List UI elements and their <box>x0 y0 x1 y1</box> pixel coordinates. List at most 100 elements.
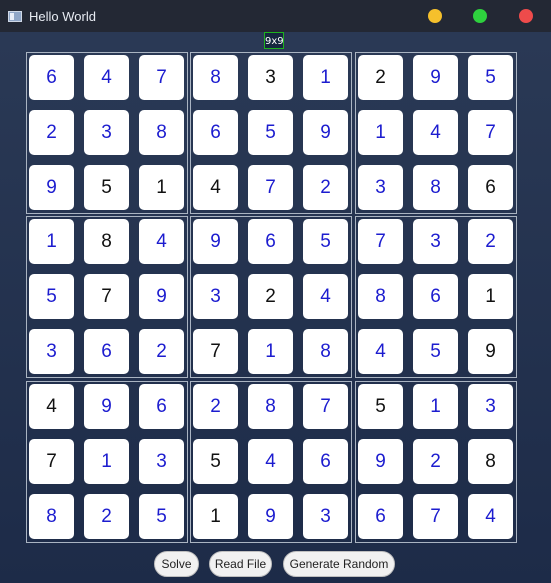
sudoku-cell[interactable]: 3 <box>139 439 184 484</box>
sudoku-cell[interactable]: 8 <box>248 384 293 429</box>
sudoku-cell[interactable]: 9 <box>303 110 348 155</box>
sudoku-cell[interactable]: 6 <box>84 329 129 374</box>
sudoku-box: 496 713 825 <box>26 381 188 543</box>
sudoku-cell[interactable]: 7 <box>303 384 348 429</box>
solve-button[interactable]: Solve <box>154 551 199 577</box>
sudoku-cell[interactable]: 2 <box>413 439 458 484</box>
minimize-button[interactable] <box>428 9 442 23</box>
sudoku-cell[interactable]: 7 <box>413 494 458 539</box>
sudoku-cell[interactable]: 6 <box>139 384 184 429</box>
sudoku-cell[interactable]: 3 <box>193 274 238 319</box>
sudoku-cell[interactable]: 4 <box>413 110 458 155</box>
generate-random-button[interactable]: Generate Random <box>283 551 395 577</box>
window-title: Hello World <box>29 8 96 24</box>
sudoku-cell[interactable]: 1 <box>29 219 74 264</box>
sudoku-cell[interactable]: 6 <box>468 165 513 210</box>
sudoku-cell[interactable]: 9 <box>193 219 238 264</box>
sudoku-cell[interactable]: 1 <box>193 494 238 539</box>
sudoku-cell[interactable]: 5 <box>84 165 129 210</box>
sudoku-cell[interactable]: 5 <box>468 55 513 100</box>
sudoku-cell[interactable]: 4 <box>303 274 348 319</box>
sudoku-cell[interactable]: 9 <box>413 55 458 100</box>
sudoku-cell[interactable]: 3 <box>248 55 293 100</box>
sudoku-cell[interactable]: 4 <box>193 165 238 210</box>
sudoku-cell[interactable]: 7 <box>468 110 513 155</box>
sudoku-box: 513 928 674 <box>355 381 517 543</box>
board-size-label: 9x9 <box>264 32 284 49</box>
sudoku-box: 287 546 193 <box>190 381 352 543</box>
sudoku-cell[interactable]: 9 <box>248 494 293 539</box>
sudoku-cell[interactable]: 3 <box>413 219 458 264</box>
read-file-button[interactable]: Read File <box>209 551 272 577</box>
sudoku-cell[interactable]: 9 <box>84 384 129 429</box>
sudoku-cell[interactable]: 8 <box>139 110 184 155</box>
sudoku-cell[interactable]: 5 <box>248 110 293 155</box>
sudoku-cell[interactable]: 3 <box>468 384 513 429</box>
close-button[interactable] <box>519 9 533 23</box>
sudoku-cell[interactable]: 2 <box>29 110 74 155</box>
sudoku-cell[interactable]: 2 <box>248 274 293 319</box>
sudoku-cell[interactable]: 5 <box>358 384 403 429</box>
sudoku-cell[interactable]: 8 <box>84 219 129 264</box>
sudoku-cell[interactable]: 8 <box>358 274 403 319</box>
sudoku-box: 965 324 718 <box>190 216 352 378</box>
sudoku-box: 184 579 362 <box>26 216 188 378</box>
sudoku-cell[interactable]: 5 <box>413 329 458 374</box>
sudoku-cell[interactable]: 8 <box>413 165 458 210</box>
sudoku-cell[interactable]: 2 <box>139 329 184 374</box>
sudoku-cell[interactable]: 3 <box>29 329 74 374</box>
sudoku-cell[interactable]: 6 <box>358 494 403 539</box>
sudoku-cell[interactable]: 3 <box>84 110 129 155</box>
sudoku-cell[interactable]: 1 <box>468 274 513 319</box>
sudoku-cell[interactable]: 1 <box>303 55 348 100</box>
sudoku-cell[interactable]: 7 <box>193 329 238 374</box>
app-window-icon <box>8 10 22 22</box>
sudoku-cell[interactable]: 4 <box>358 329 403 374</box>
sudoku-cell[interactable]: 7 <box>139 55 184 100</box>
maximize-button[interactable] <box>473 9 487 23</box>
sudoku-box: 295 147 386 <box>355 52 517 214</box>
sudoku-cell[interactable]: 5 <box>139 494 184 539</box>
sudoku-cell[interactable]: 7 <box>248 165 293 210</box>
sudoku-cell[interactable]: 9 <box>358 439 403 484</box>
sudoku-cell[interactable]: 5 <box>303 219 348 264</box>
sudoku-cell[interactable]: 6 <box>248 219 293 264</box>
sudoku-cell[interactable]: 8 <box>193 55 238 100</box>
sudoku-cell[interactable]: 7 <box>358 219 403 264</box>
sudoku-cell[interactable]: 3 <box>358 165 403 210</box>
sudoku-cell[interactable]: 1 <box>413 384 458 429</box>
sudoku-cell[interactable]: 9 <box>29 165 74 210</box>
sudoku-cell[interactable]: 3 <box>303 494 348 539</box>
sudoku-cell[interactable]: 2 <box>303 165 348 210</box>
sudoku-cell[interactable]: 4 <box>468 494 513 539</box>
sudoku-cell[interactable]: 2 <box>358 55 403 100</box>
sudoku-cell[interactable]: 1 <box>248 329 293 374</box>
sudoku-cell[interactable]: 1 <box>358 110 403 155</box>
sudoku-cell[interactable]: 4 <box>139 219 184 264</box>
sudoku-cell[interactable]: 2 <box>193 384 238 429</box>
sudoku-box: 647 238 951 <box>26 52 188 214</box>
sudoku-cell[interactable]: 8 <box>468 439 513 484</box>
sudoku-cell[interactable]: 4 <box>84 55 129 100</box>
sudoku-cell[interactable]: 9 <box>139 274 184 319</box>
sudoku-box: 732 861 459 <box>355 216 517 378</box>
sudoku-board: 6472389518316594722951473861845793629653… <box>24 50 517 544</box>
sudoku-cell[interactable]: 9 <box>468 329 513 374</box>
sudoku-box: 831 659 472 <box>190 52 352 214</box>
sudoku-cell[interactable]: 1 <box>139 165 184 210</box>
sudoku-cell[interactable]: 5 <box>29 274 74 319</box>
sudoku-cell[interactable]: 6 <box>193 110 238 155</box>
sudoku-cell[interactable]: 2 <box>468 219 513 264</box>
sudoku-cell[interactable]: 7 <box>29 439 74 484</box>
sudoku-cell[interactable]: 8 <box>303 329 348 374</box>
sudoku-cell[interactable]: 7 <box>84 274 129 319</box>
sudoku-cell[interactable]: 4 <box>29 384 74 429</box>
sudoku-cell[interactable]: 1 <box>84 439 129 484</box>
sudoku-cell[interactable]: 6 <box>303 439 348 484</box>
sudoku-cell[interactable]: 8 <box>29 494 74 539</box>
sudoku-cell[interactable]: 4 <box>248 439 293 484</box>
sudoku-cell[interactable]: 6 <box>413 274 458 319</box>
sudoku-cell[interactable]: 2 <box>84 494 129 539</box>
sudoku-cell[interactable]: 5 <box>193 439 238 484</box>
sudoku-cell[interactable]: 6 <box>29 55 74 100</box>
